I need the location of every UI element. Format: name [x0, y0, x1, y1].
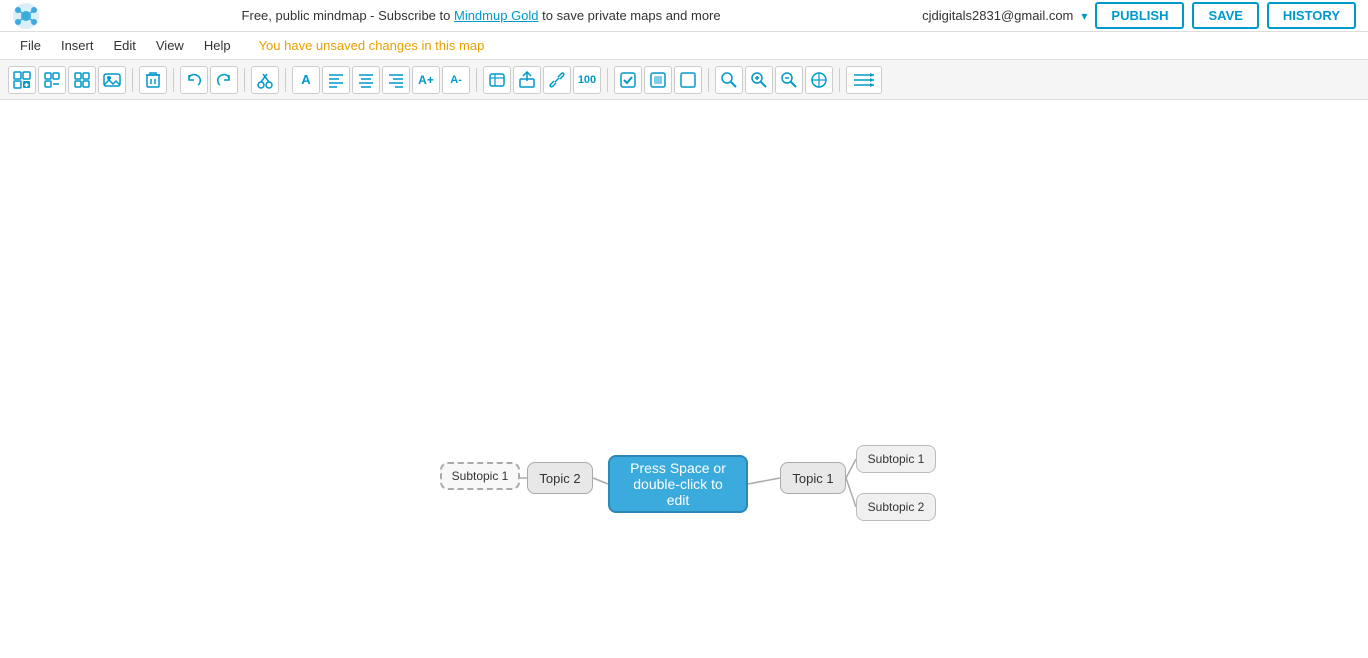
sep6: [607, 68, 608, 92]
user-email: cjdigitals2831@gmail.com: [922, 8, 1073, 23]
align-left-button[interactable]: [322, 66, 350, 94]
toolbar: A A+ A- 100: [0, 60, 1368, 100]
mindmup-logo: [12, 2, 40, 30]
subtopic2-right-node[interactable]: Subtopic 2: [856, 493, 936, 521]
cut-format-button[interactable]: [251, 66, 279, 94]
align-center-button[interactable]: [352, 66, 380, 94]
menu-view[interactable]: View: [148, 36, 192, 55]
menu-insert[interactable]: Insert: [53, 36, 102, 55]
menu-help[interactable]: Help: [196, 36, 239, 55]
sep2: [173, 68, 174, 92]
zoom-fit-button[interactable]: [805, 66, 833, 94]
text-decrease-button[interactable]: A-: [442, 66, 470, 94]
collapse-all-button[interactable]: [38, 66, 66, 94]
zoom-out-button[interactable]: [775, 66, 803, 94]
redo-button[interactable]: [210, 66, 238, 94]
align-right-button[interactable]: [382, 66, 410, 94]
zoom-in-button[interactable]: [745, 66, 773, 94]
menu-edit[interactable]: Edit: [105, 36, 143, 55]
mindmup-gold-link[interactable]: Mindmup Gold: [454, 8, 539, 23]
topic1-node[interactable]: Topic 1: [780, 462, 846, 494]
user-dropdown-arrow[interactable]: ▾: [1081, 9, 1087, 23]
insert-image-button[interactable]: [98, 66, 126, 94]
central-node[interactable]: Press Space or double-click to edit: [608, 455, 748, 513]
layers-button[interactable]: [846, 66, 882, 94]
unsaved-changes-message: You have unsaved changes in this map: [259, 38, 485, 53]
top-banner: Free, public mindmap - Subscribe to Mind…: [0, 0, 1368, 32]
number-button[interactable]: 100: [573, 66, 601, 94]
save-button[interactable]: SAVE: [1192, 2, 1258, 29]
sep5: [476, 68, 477, 92]
history-button[interactable]: HISTORY: [1267, 2, 1356, 29]
task3-button[interactable]: [674, 66, 702, 94]
search-zoom-button[interactable]: [715, 66, 743, 94]
menu-bar: File Insert Edit View Help You have unsa…: [0, 32, 1368, 60]
sep1: [132, 68, 133, 92]
sep8: [839, 68, 840, 92]
media-button[interactable]: [483, 66, 511, 94]
subtopic1-right-node[interactable]: Subtopic 1: [856, 445, 936, 473]
task1-button[interactable]: [614, 66, 642, 94]
subtopic1-left-node[interactable]: Subtopic 1: [440, 462, 520, 490]
banner-right: cjdigitals2831@gmail.com ▾ PUBLISH SAVE …: [922, 2, 1356, 29]
format-text-button[interactable]: A: [292, 66, 320, 94]
connectors-svg: [0, 100, 1368, 658]
undo-button[interactable]: [180, 66, 208, 94]
text-increase-button[interactable]: A+: [412, 66, 440, 94]
sep7: [708, 68, 709, 92]
task2-button[interactable]: [644, 66, 672, 94]
sep3: [244, 68, 245, 92]
banner-left: [12, 2, 40, 30]
expand-button[interactable]: [68, 66, 96, 94]
menu-file[interactable]: File: [12, 36, 49, 55]
add-node-button[interactable]: [8, 66, 36, 94]
sep4: [285, 68, 286, 92]
publish-button[interactable]: PUBLISH: [1095, 2, 1184, 29]
link-button[interactable]: [543, 66, 571, 94]
delete-button[interactable]: [139, 66, 167, 94]
banner-message: Free, public mindmap - Subscribe to Mind…: [242, 8, 721, 23]
topic2-node[interactable]: Topic 2: [527, 462, 593, 494]
export-button[interactable]: [513, 66, 541, 94]
mindmap-canvas[interactable]: Press Space or double-click to edit Topi…: [0, 100, 1368, 658]
